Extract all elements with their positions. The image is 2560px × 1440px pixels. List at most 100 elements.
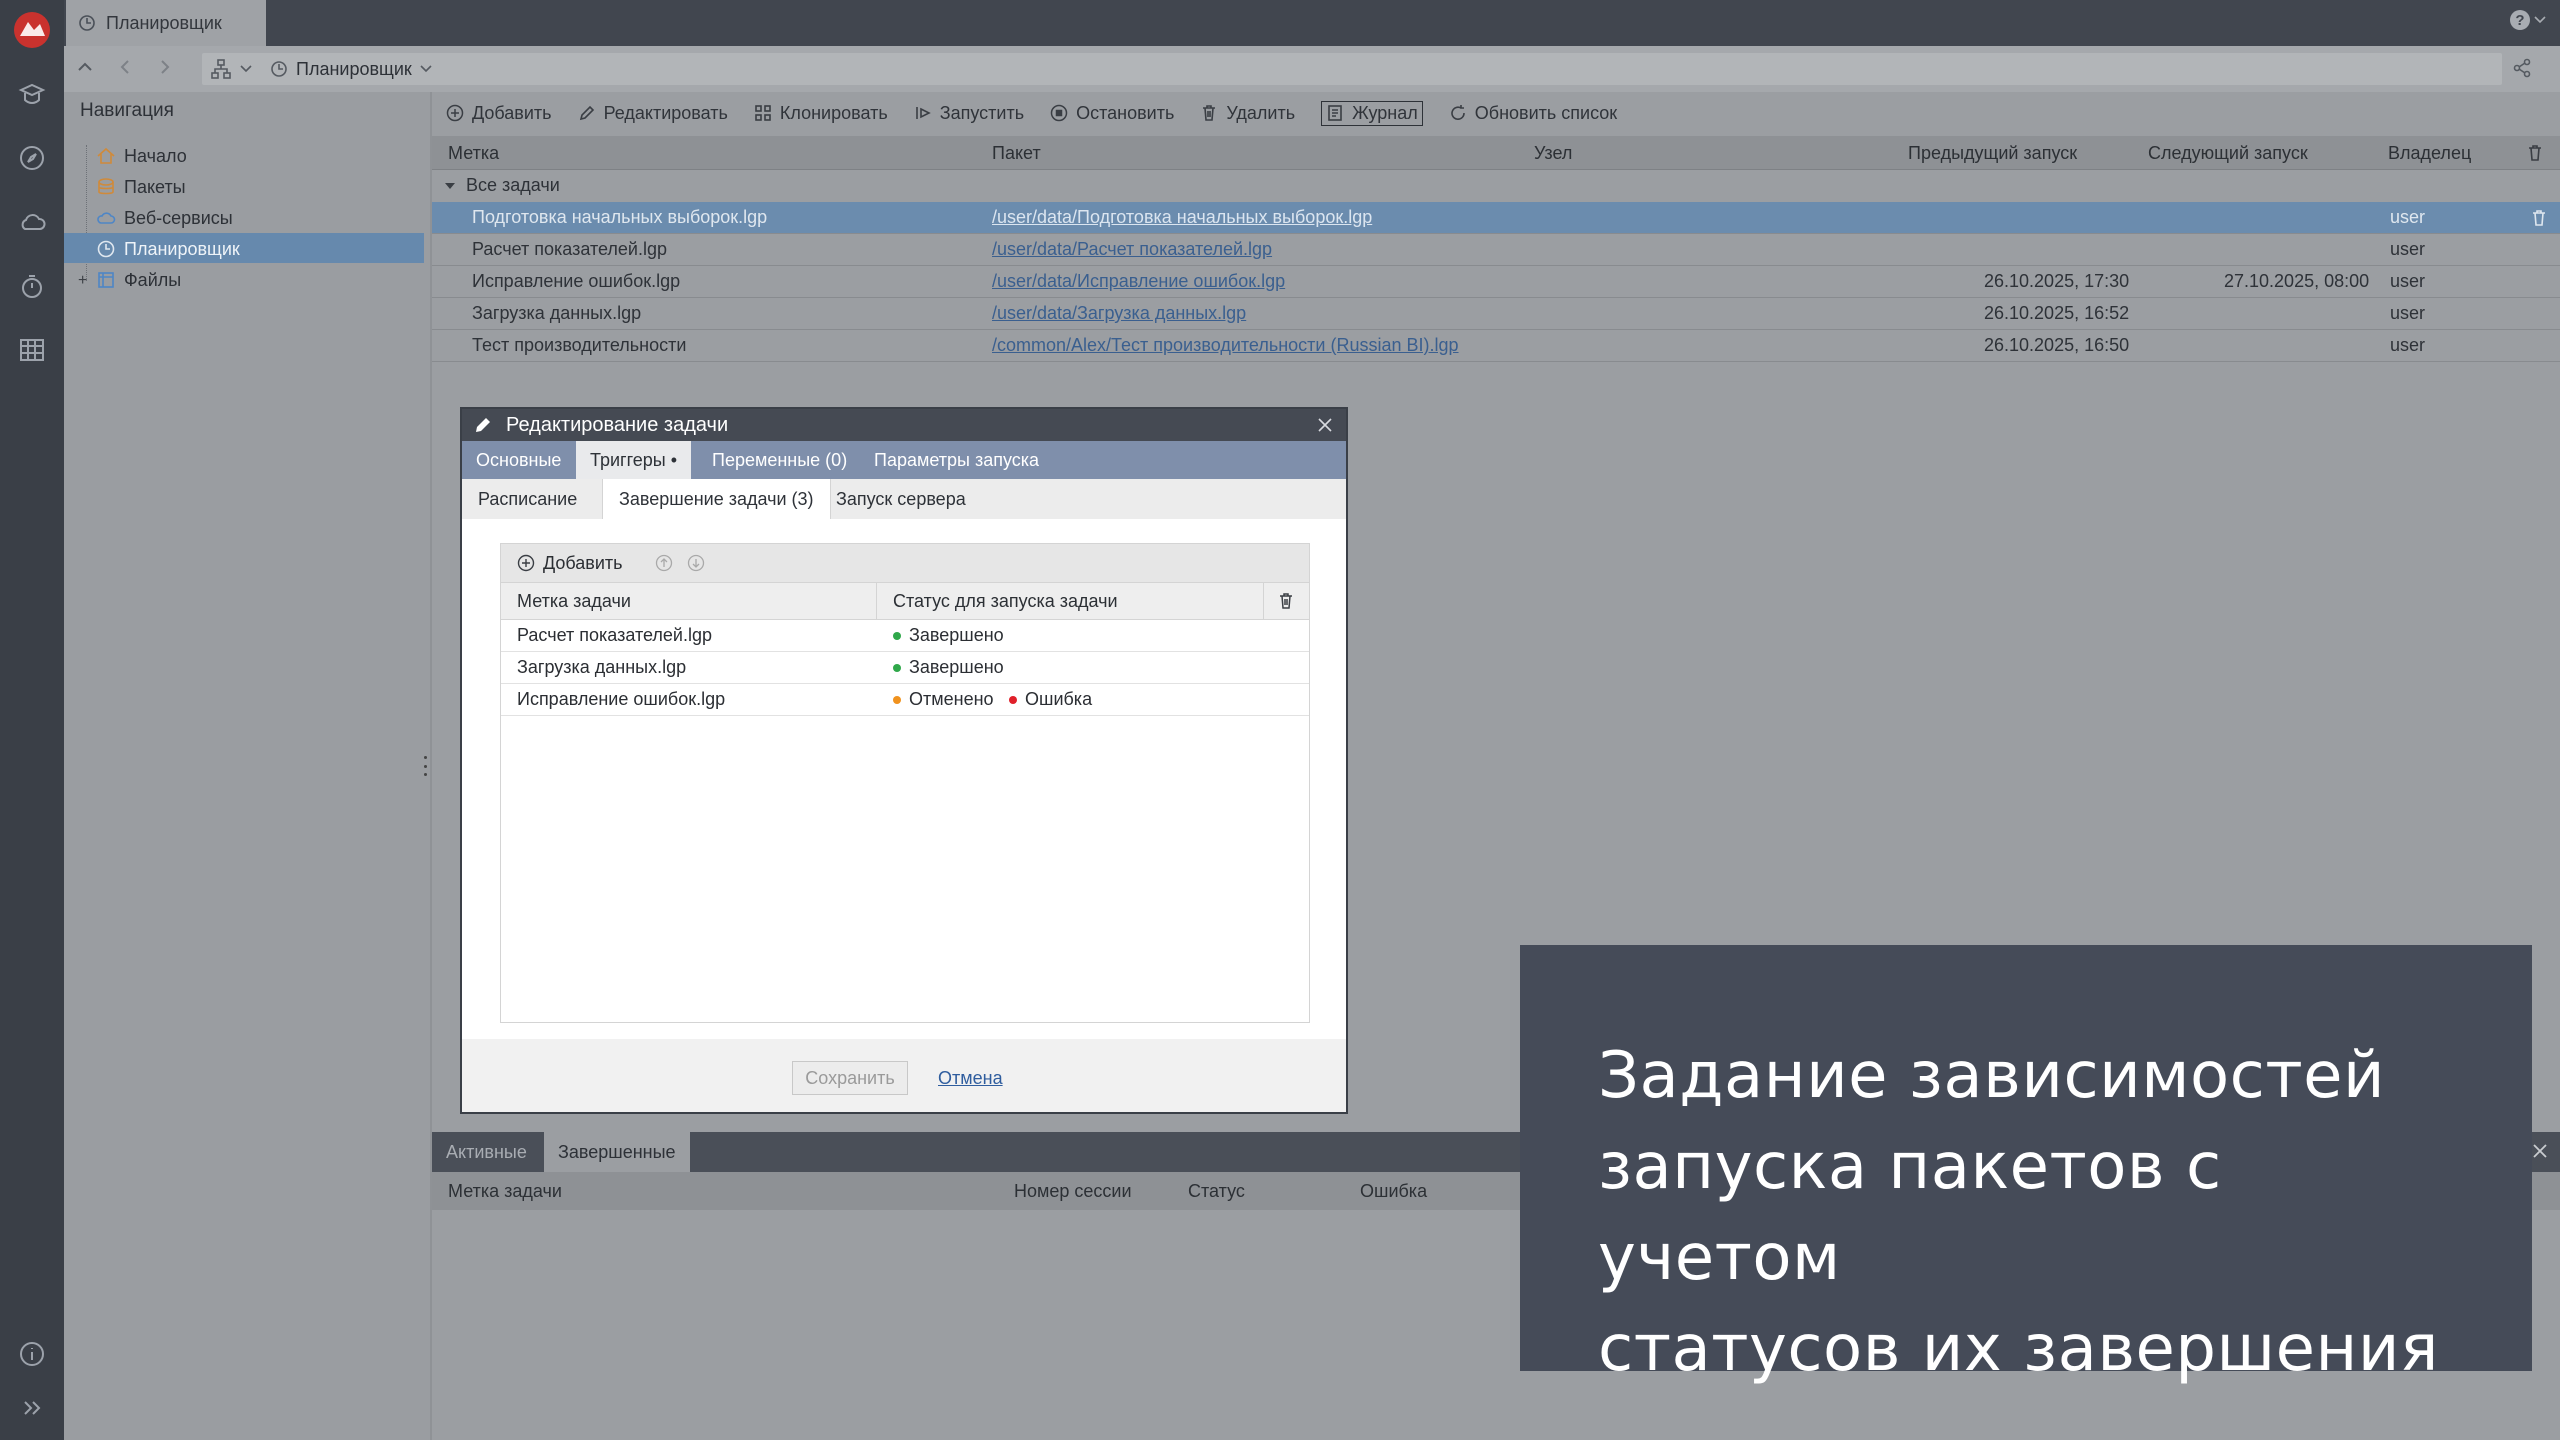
row-label: Тест производительности bbox=[472, 335, 687, 355]
column-error[interactable]: Ошибка bbox=[1360, 1172, 1427, 1210]
forward-arrow-icon[interactable] bbox=[156, 58, 174, 76]
close-icon[interactable] bbox=[1318, 418, 1332, 432]
status-text: Завершено bbox=[909, 657, 1004, 677]
cancel-button[interactable]: Отмена bbox=[938, 1061, 1003, 1095]
save-button[interactable]: Сохранить bbox=[792, 1061, 908, 1095]
grid-add-button[interactable]: Добавить bbox=[517, 553, 623, 574]
trash-icon[interactable] bbox=[1277, 592, 1295, 610]
group-row[interactable]: Все задачи bbox=[432, 170, 2560, 202]
files-expand-icon[interactable]: + bbox=[78, 272, 87, 290]
home-icon bbox=[97, 147, 115, 164]
clone-button[interactable]: Клонировать bbox=[754, 103, 888, 124]
tab-general[interactable]: Основные bbox=[462, 441, 575, 479]
tab-triggers[interactable]: Триггеры • bbox=[576, 441, 692, 479]
back-arrow-icon[interactable] bbox=[116, 58, 134, 76]
subtab-task-completion[interactable]: Завершение задачи (3) bbox=[602, 479, 831, 519]
compass-icon[interactable] bbox=[14, 140, 50, 176]
expand-rail-icon[interactable] bbox=[14, 1390, 50, 1426]
packages-icon bbox=[98, 178, 114, 195]
column-owner[interactable]: Владелец bbox=[2388, 136, 2471, 170]
close-icon[interactable] bbox=[2532, 1143, 2548, 1159]
app-tab[interactable]: Планировщик bbox=[66, 0, 266, 46]
status-chip[interactable]: Завершено bbox=[893, 620, 1004, 651]
table-row[interactable]: Исправление ошибок.lgp /user/data/Исправ… bbox=[432, 266, 2560, 298]
trash-icon[interactable] bbox=[2526, 144, 2544, 162]
timer-icon[interactable] bbox=[14, 268, 50, 304]
nav-item-label: Файлы bbox=[124, 269, 182, 290]
app-logo[interactable] bbox=[10, 8, 54, 52]
navigation-pane bbox=[64, 92, 430, 1440]
trash-icon[interactable] bbox=[2530, 209, 2548, 227]
add-button[interactable]: Добавить bbox=[446, 103, 552, 124]
table-icon[interactable] bbox=[14, 332, 50, 368]
package-link[interactable]: /user/data/Подготовка начальных выборок.… bbox=[992, 207, 1372, 228]
column-status[interactable]: Статус bbox=[1188, 1172, 1245, 1210]
hierarchy-icon bbox=[211, 59, 231, 79]
package-link[interactable]: /user/data/Расчет показателей.lgp bbox=[992, 239, 1272, 260]
package-link[interactable]: /user/data/Исправление ошибок.lgp bbox=[992, 271, 1285, 292]
run-button[interactable]: Запустить bbox=[914, 103, 1024, 124]
tab-variables[interactable]: Переменные (0) bbox=[698, 441, 861, 479]
journal-button[interactable]: Журнал bbox=[1321, 100, 1423, 126]
stop-icon bbox=[1050, 104, 1068, 122]
cloud-icon[interactable] bbox=[14, 204, 50, 240]
breadcrumb[interactable]: Планировщик bbox=[210, 58, 432, 80]
tab-active-tasks[interactable]: Активные bbox=[432, 1132, 541, 1172]
nav-item-files[interactable]: Файлы bbox=[96, 266, 181, 294]
help-button[interactable]: ? bbox=[2510, 10, 2546, 30]
dialog-title: Редактирование задачи bbox=[506, 413, 729, 436]
nav-item-packages[interactable]: Пакеты bbox=[96, 173, 186, 201]
move-down-icon[interactable] bbox=[687, 554, 705, 572]
status-dot bbox=[893, 631, 901, 640]
tab-completed-tasks[interactable]: Завершенные bbox=[544, 1132, 690, 1172]
subtab-schedule[interactable]: Расписание bbox=[462, 479, 593, 519]
status-dot bbox=[1009, 695, 1017, 704]
column-previous-run[interactable]: Предыдущий запуск bbox=[1908, 136, 2077, 170]
row-next-run: 27.10.2025, 08:00 bbox=[2224, 271, 2370, 291]
share-icon[interactable] bbox=[2512, 58, 2532, 78]
table-row[interactable]: Расчет показателей.lgp /user/data/Расчет… bbox=[432, 234, 2560, 266]
learning-icon[interactable] bbox=[14, 76, 50, 112]
status-chip[interactable]: Отменено bbox=[893, 684, 994, 715]
table-row[interactable]: Тест производительности /common/Alex/Тес… bbox=[432, 330, 2560, 362]
move-up-icon[interactable] bbox=[655, 554, 673, 572]
nav-item-home[interactable]: Начало bbox=[96, 142, 187, 170]
status-chip[interactable]: Ошибка bbox=[1009, 684, 1092, 715]
column-trigger-status[interactable]: Статус для запуска задачи bbox=[893, 583, 1118, 619]
nav-item-scheduler[interactable]: Планировщик bbox=[96, 235, 240, 263]
delete-button[interactable]: Удалить bbox=[1200, 103, 1295, 124]
row-owner: user bbox=[2390, 271, 2426, 291]
info-icon[interactable] bbox=[14, 1336, 50, 1372]
dependency-row[interactable]: Исправление ошибок.lgp Отменено Ошибка bbox=[501, 684, 1309, 716]
status-chip[interactable]: Завершено bbox=[893, 652, 1004, 683]
dialog-tabs: Основные Триггеры • Переменные (0) Парам… bbox=[462, 441, 1346, 479]
table-row[interactable]: Загрузка данных.lgp /user/data/Загрузка … bbox=[432, 298, 2560, 330]
column-task-label[interactable]: Метка задачи bbox=[517, 583, 631, 619]
edit-button[interactable]: Редактировать bbox=[578, 103, 728, 124]
chevron-down-icon bbox=[2534, 16, 2546, 24]
clone-label: Клонировать bbox=[779, 102, 888, 123]
column-package[interactable]: Пакет bbox=[992, 136, 1041, 170]
package-link[interactable]: /common/Alex/Тест производительности (Ru… bbox=[992, 335, 1459, 356]
refresh-button[interactable]: Обновить список bbox=[1449, 103, 1617, 124]
splitter-handle[interactable] bbox=[424, 756, 428, 776]
column-next-run[interactable]: Следующий запуск bbox=[2148, 136, 2308, 170]
nav-item-web-services[interactable]: Веб-сервисы bbox=[96, 204, 233, 232]
address-field[interactable] bbox=[202, 53, 2502, 85]
subtab-server-start[interactable]: Запуск сервера bbox=[820, 479, 982, 519]
column-label[interactable]: Метка bbox=[448, 136, 499, 170]
column-node[interactable]: Узел bbox=[1534, 136, 1572, 170]
up-arrow-icon[interactable] bbox=[76, 58, 94, 76]
column-session-number[interactable]: Номер сессии bbox=[1014, 1172, 1132, 1210]
tab-run-parameters[interactable]: Параметры запуска bbox=[860, 441, 1053, 479]
column-task-label[interactable]: Метка задачи bbox=[448, 1172, 562, 1210]
dialog-title-bar[interactable]: Редактирование задачи bbox=[462, 409, 1346, 441]
app-tab-title: Планировщик bbox=[106, 12, 222, 33]
stop-button[interactable]: Остановить bbox=[1050, 103, 1174, 124]
package-link[interactable]: /user/data/Загрузка данных.lgp bbox=[992, 303, 1246, 324]
pencil-icon bbox=[579, 105, 594, 121]
dependency-row[interactable]: Расчет показателей.lgp Завершено bbox=[501, 620, 1309, 652]
table-row[interactable]: Подготовка начальных выборок.lgp /user/d… bbox=[432, 202, 2560, 234]
dependency-row[interactable]: Загрузка данных.lgp Завершено bbox=[501, 652, 1309, 684]
dialog-subtabs: Расписание Завершение задачи (3) Запуск … bbox=[462, 479, 1346, 519]
